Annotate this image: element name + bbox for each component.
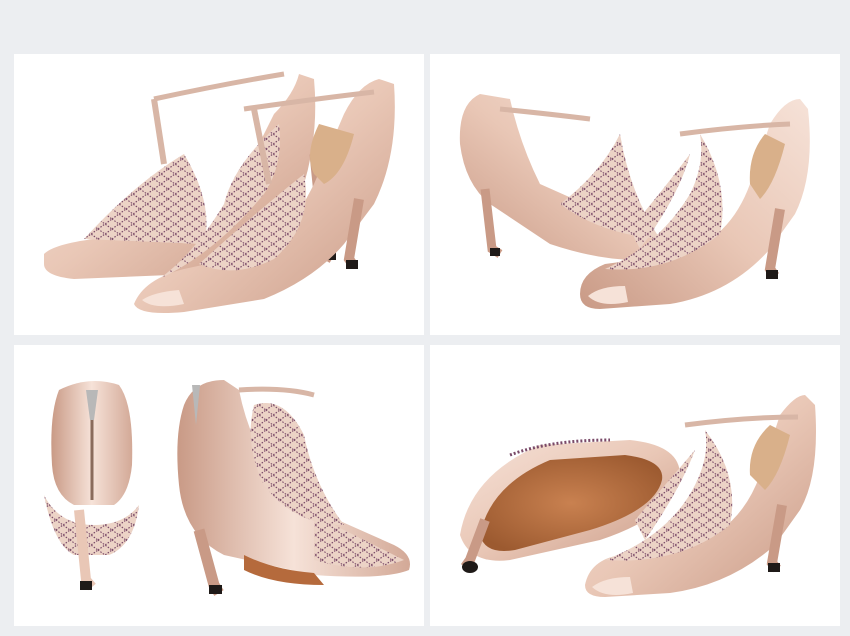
photo-panel-side — [430, 54, 840, 335]
caption-line — [0, 31, 850, 38]
shoe-pair-side-illustration — [459, 94, 810, 309]
shoe-pair-front-illustration — [44, 71, 395, 313]
shoe-pair-sole-illustration — [460, 395, 816, 597]
photo-panel-sole — [430, 345, 840, 626]
caption-line — [0, 10, 850, 17]
photo-panel-front — [14, 54, 424, 335]
caption-text — [0, 10, 850, 38]
shoe-pair-back-illustration — [44, 380, 410, 596]
caption-line — [0, 17, 850, 24]
caption-line — [0, 24, 850, 31]
photo-panel-back — [14, 345, 424, 626]
